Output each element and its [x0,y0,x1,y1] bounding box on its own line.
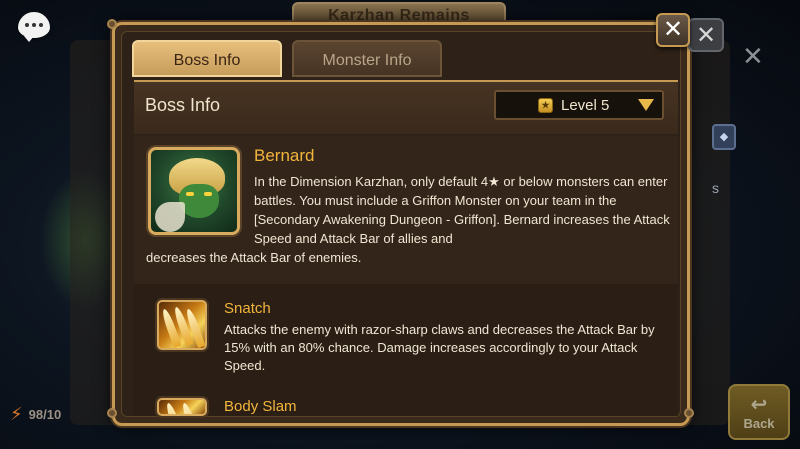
back-label: Back [743,416,775,431]
boss-description: In the Dimension Karzhan, only default 4… [254,174,670,246]
boss-portrait [148,147,240,235]
close-button[interactable]: ✕ [656,13,690,47]
chat-button[interactable] [18,12,50,42]
section-title: Boss Info [145,95,221,115]
chat-dot-icon [32,23,36,27]
skill-icon-body-slam[interactable] [157,398,207,416]
level-badge-icon: ★ [538,97,553,113]
boss-description-continued: decreases the Attack Bar of enemies. [146,250,362,265]
chat-dot-icon [25,23,29,27]
background-text-fragment: s [712,180,719,196]
dropdown-arrow-icon [638,99,654,111]
tab-monster-info[interactable]: Monster Info [292,40,442,77]
energy-text: 98/10 [28,407,62,422]
background-gem-icon[interactable]: ◆ [712,124,736,150]
chat-dot-icon [39,23,43,27]
close-icon: ✕ [662,15,684,43]
corner-rivet [107,19,117,29]
skill-name: Snatch [224,300,271,317]
skill-description: Attacks the enemy with razor-sharp claws… [224,322,655,373]
back-arrow-icon: ↩ [750,392,768,416]
level-dropdown[interactable]: ★ Level 5 [494,90,664,120]
corner-rivet [684,408,694,418]
tab-boss-info[interactable]: Boss Info [132,40,282,77]
level-value: Level 5 [561,96,610,114]
energy-counter: ⚡ 98/10 [10,404,61,425]
energy-bolt-icon: ⚡ [10,404,23,425]
skill-icon-snatch[interactable] [157,300,207,350]
secondary-close-button[interactable]: ✕ [688,18,724,52]
skill-name: Body Slam [224,398,297,415]
background-close-icon[interactable]: ✕ [742,42,764,72]
corner-rivet [107,408,117,418]
back-button[interactable]: ↩ Back [728,384,790,440]
boss-name: Bernard [254,146,315,165]
tab-bar: Boss Info Monster Info [132,40,442,77]
